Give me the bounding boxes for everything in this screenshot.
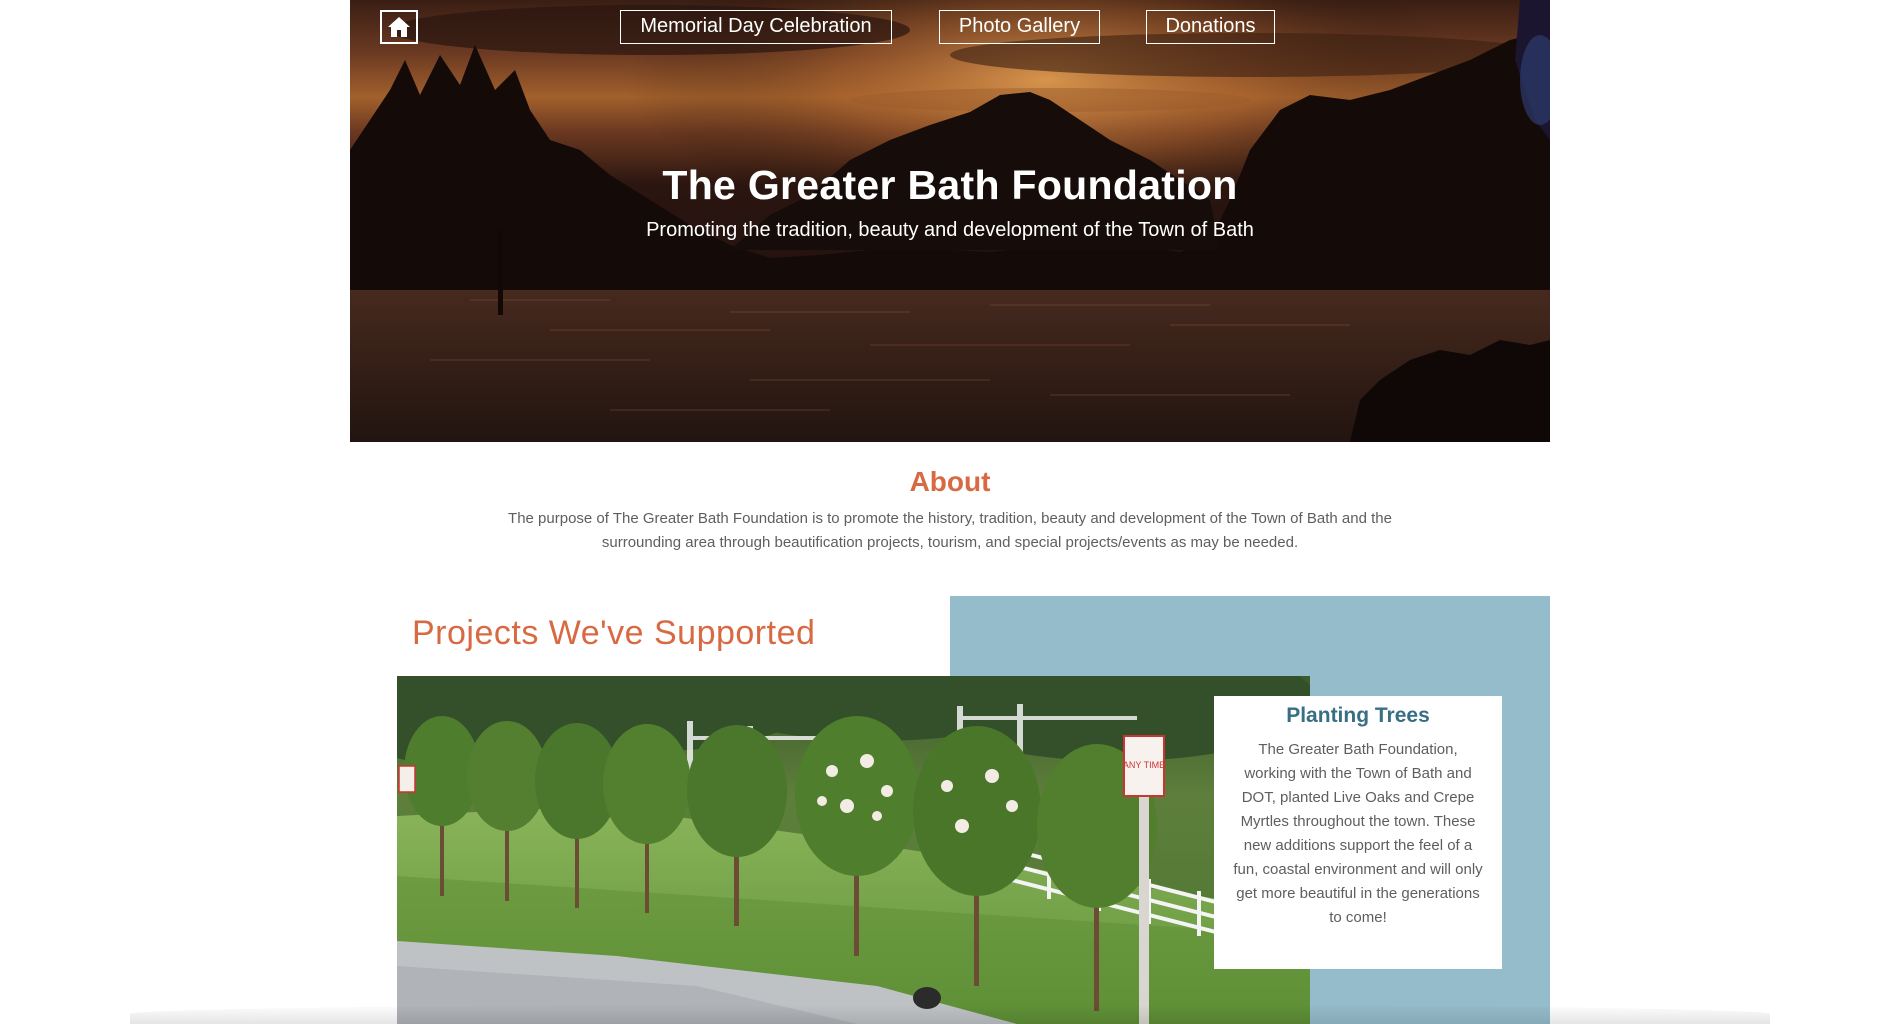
page: Memorial Day Celebration Photo Gallery D… (0, 0, 1900, 1024)
hero-banner: Memorial Day Celebration Photo Gallery D… (350, 0, 1550, 442)
nav-memorial-day-celebration[interactable]: Memorial Day Celebration (620, 10, 892, 44)
nav-donations[interactable]: Donations (1146, 10, 1275, 44)
sign-text: ANY TIME (1123, 760, 1165, 770)
project-card-planting-trees: Planting Trees The Greater Bath Foundati… (1214, 696, 1502, 969)
nav-photo-gallery[interactable]: Photo Gallery (939, 10, 1100, 44)
home-icon[interactable] (380, 10, 418, 44)
hero-subtitle: Promoting the tradition, beauty and deve… (646, 219, 1254, 241)
house-icon (388, 17, 410, 37)
about-text: The purpose of The Greater Bath Foundati… (508, 510, 1392, 551)
card-title: Planting Trees (1286, 704, 1430, 727)
about-heading: About (909, 466, 991, 497)
projects-heading: Projects We've Supported (412, 614, 816, 652)
planting-trees-photo: ANY TIME (397, 676, 1310, 1024)
card-text: The Greater Bath Foundation, working wit… (1233, 741, 1483, 926)
hero-title: The Greater Bath Foundation (662, 162, 1238, 208)
